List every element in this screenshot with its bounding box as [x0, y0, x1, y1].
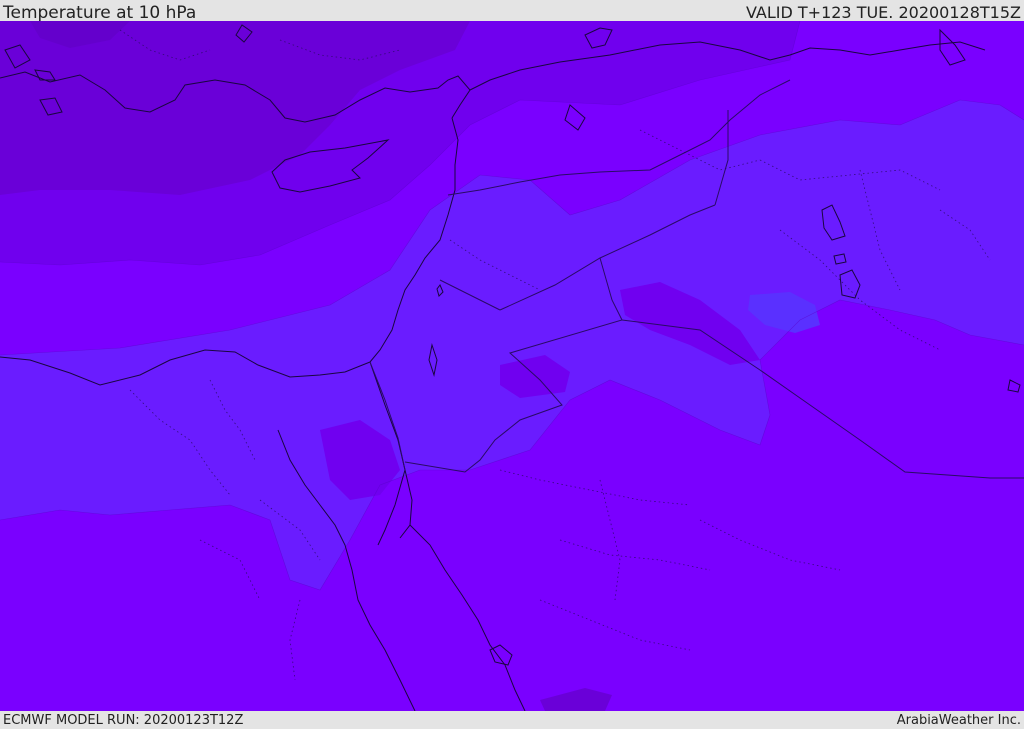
valid-time: VALID T+123 TUE. 20200128T15Z	[745, 3, 1021, 22]
footer-bar: ECMWF MODEL RUN: 20200123T12Z ArabiaWeat…	[0, 711, 1024, 729]
map-title: Temperature at 10 hPa	[3, 3, 197, 23]
temperature-field-svg	[0, 21, 1024, 711]
credit-label: ArabiaWeather Inc.	[896, 713, 1021, 728]
model-run-label: ECMWF MODEL RUN: 20200123T12Z	[3, 713, 244, 728]
weather-map	[0, 21, 1024, 711]
header-bar: Temperature at 10 hPa VALID T+123 TUE. 2…	[0, 0, 1024, 23]
